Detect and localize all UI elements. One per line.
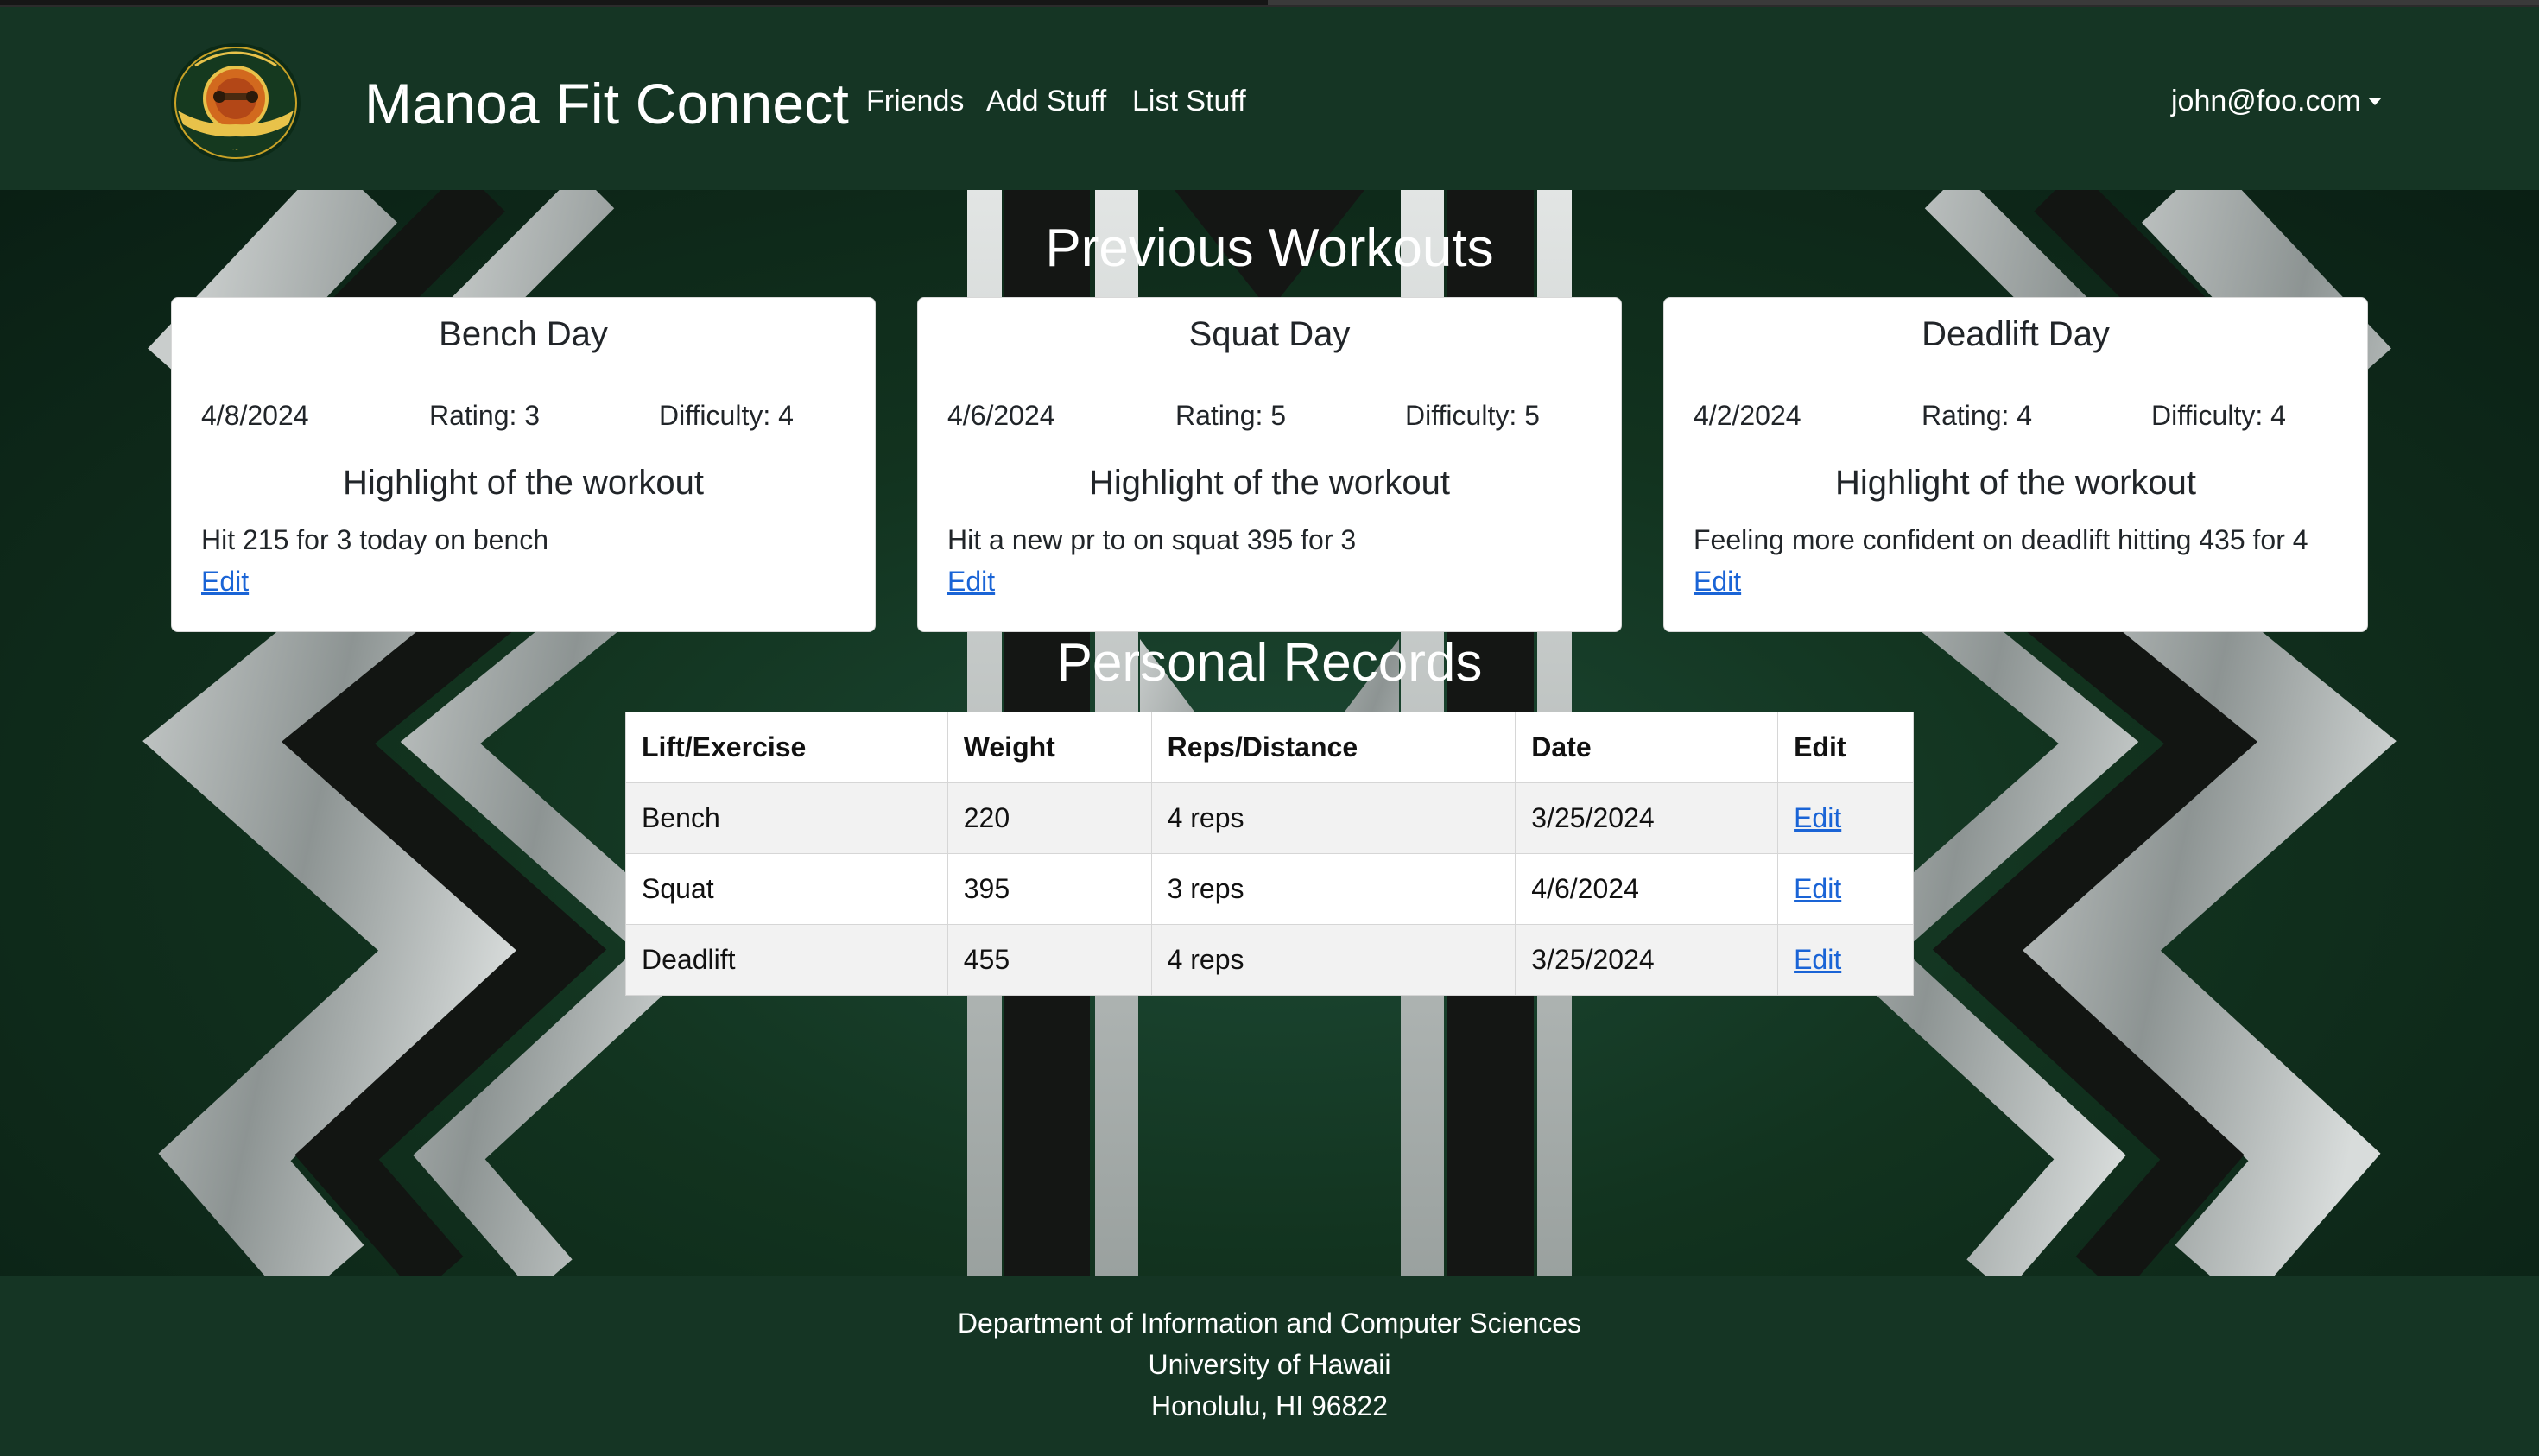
nav-link-add-stuff[interactable]: Add Stuff — [986, 85, 1106, 118]
table-header-row: Lift/Exercise Weight Reps/Distance Date … — [625, 712, 1914, 783]
logo-emblem-icon: ~ — [171, 43, 301, 162]
cell-lift: Bench — [625, 782, 948, 854]
table-row: Squat 395 3 reps 4/6/2024 Edit — [625, 853, 1914, 925]
workout-difficulty: Difficulty: 5 — [1405, 400, 1540, 431]
workout-highlight-text: Feeling more confident on deadlift hitti… — [1694, 524, 2308, 555]
workout-title: Deadlift Day — [1922, 315, 2110, 353]
cell-reps: 4 reps — [1150, 924, 1516, 996]
workout-highlight-text: Hit 215 for 3 today on bench — [201, 524, 549, 555]
cell-edit: Edit — [1777, 853, 1914, 925]
svg-text:~: ~ — [232, 145, 239, 155]
cell-edit: Edit — [1777, 782, 1914, 854]
workout-title: Bench Day — [439, 315, 608, 353]
workout-highlight-text: Hit a new pr to on squat 395 for 3 — [947, 524, 1357, 555]
cell-date: 3/25/2024 — [1515, 924, 1779, 996]
cell-reps: 4 reps — [1150, 782, 1516, 854]
workout-highlight-heading: Highlight of the workout — [342, 464, 704, 502]
cell-weight: 395 — [947, 853, 1152, 925]
workout-edit-link[interactable]: Edit — [1694, 566, 1741, 598]
cell-lift: Squat — [625, 853, 948, 925]
record-edit-link[interactable]: Edit — [1794, 802, 1841, 833]
workout-highlight-heading: Highlight of the workout — [1834, 464, 2196, 502]
previous-workouts-heading: Previous Workouts — [1045, 218, 1494, 278]
workout-card: Squat Day 4/6/2024 Rating: 5 Difficulty:… — [917, 297, 1622, 632]
workout-card: Bench Day 4/8/2024 Rating: 3 Difficulty:… — [171, 297, 876, 632]
browser-top-strip — [0, 0, 2539, 7]
workout-edit-link[interactable]: Edit — [947, 566, 995, 598]
record-edit-link[interactable]: Edit — [1794, 873, 1841, 904]
workout-title: Squat Day — [1188, 315, 1351, 353]
column-header-reps: Reps/Distance — [1150, 712, 1516, 783]
workout-difficulty: Difficulty: 4 — [2151, 400, 2286, 431]
footer: Department of Information and Computer S… — [0, 1276, 2539, 1456]
cell-lift: Deadlift — [625, 924, 948, 996]
workout-highlight-heading: Highlight of the workout — [1088, 464, 1450, 502]
footer-department: Department of Information and Computer S… — [957, 1307, 1582, 1339]
brand-logo[interactable]: ~ — [169, 41, 302, 164]
personal-records-heading: Personal Records — [1056, 633, 1483, 693]
user-dropdown[interactable]: john@foo.com — [2171, 85, 2382, 118]
workout-edit-link[interactable]: Edit — [201, 566, 249, 598]
column-header-lift: Lift/Exercise — [625, 712, 948, 783]
table-row: Bench 220 4 reps 3/25/2024 Edit — [625, 782, 1914, 854]
navbar: ~ Manoa Fit Connect Friends Add Stuff Li… — [0, 7, 2539, 190]
record-edit-link[interactable]: Edit — [1794, 944, 1841, 975]
column-header-edit: Edit — [1777, 712, 1914, 783]
workout-date: 4/8/2024 — [201, 400, 309, 431]
workout-card: Deadlift Day 4/2/2024 Rating: 4 Difficul… — [1663, 297, 2368, 632]
brand-title[interactable]: Manoa Fit Connect — [364, 71, 849, 136]
cell-weight: 455 — [947, 924, 1152, 996]
cell-reps: 3 reps — [1150, 853, 1516, 925]
workout-date: 4/2/2024 — [1694, 400, 1801, 431]
cell-date: 4/6/2024 — [1515, 853, 1779, 925]
cell-weight: 220 — [947, 782, 1152, 854]
user-email: john@foo.com — [2171, 85, 2361, 117]
footer-address: Honolulu, HI 96822 — [1151, 1390, 1388, 1421]
column-header-weight: Weight — [947, 712, 1152, 783]
workout-date: 4/6/2024 — [947, 400, 1055, 431]
footer-university: University of Hawaii — [1148, 1349, 1391, 1380]
table-row: Deadlift 455 4 reps 3/25/2024 Edit — [625, 924, 1914, 996]
personal-records-table: Lift/Exercise Weight Reps/Distance Date … — [625, 712, 1914, 996]
column-header-date: Date — [1515, 712, 1779, 783]
top-strip-left — [0, 0, 1268, 5]
nav-link-list-stuff[interactable]: List Stuff — [1132, 85, 1246, 118]
workout-rating: Rating: 3 — [429, 400, 541, 431]
cell-edit: Edit — [1777, 924, 1914, 996]
cell-date: 3/25/2024 — [1515, 782, 1779, 854]
workout-difficulty: Difficulty: 4 — [659, 400, 794, 431]
top-strip-right — [1268, 0, 2539, 5]
workout-rating: Rating: 4 — [1922, 400, 2033, 431]
caret-down-icon — [2367, 98, 2382, 105]
nav-link-friends[interactable]: Friends — [866, 85, 964, 118]
workout-rating: Rating: 5 — [1175, 400, 1287, 431]
